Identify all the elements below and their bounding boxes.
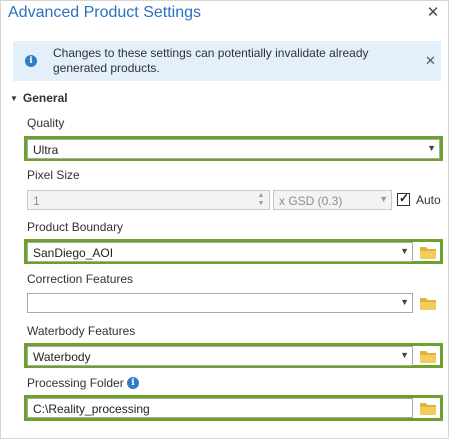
chevron-down-icon: ▼ xyxy=(400,297,409,307)
correction-features-label: Correction Features xyxy=(27,272,134,286)
product-boundary-dropdown[interactable]: SanDiego_AOI ▼ xyxy=(27,242,413,262)
processing-folder-input[interactable]: C:\Reality_processing xyxy=(27,398,413,418)
correction-features-dropdown[interactable]: ▼ xyxy=(27,293,413,313)
waterbody-features-dropdown[interactable]: Waterbody ▼ xyxy=(27,346,413,366)
section-general-label: General xyxy=(22,91,68,105)
chevron-down-icon: ▼ xyxy=(400,246,409,256)
close-icon[interactable]: ✕ xyxy=(424,4,442,22)
pixel-size-value: 1 xyxy=(33,194,40,208)
processing-folder-browse-folder-icon[interactable] xyxy=(418,398,438,418)
chevron-down-icon: ▼ xyxy=(427,143,436,153)
pixel-size-input[interactable]: 1 ▲ ▼ xyxy=(27,190,270,210)
checkmark-icon: ✓ xyxy=(399,191,410,205)
info-icon[interactable]: i xyxy=(127,377,139,389)
pixel-size-unit-dropdown[interactable]: x GSD (0.3) ▼ xyxy=(273,190,392,210)
chevron-down-icon: ▼ xyxy=(10,94,18,103)
info-notice: i Changes to these settings can potentia… xyxy=(13,41,441,81)
notice-close-icon[interactable]: ✕ xyxy=(425,53,436,69)
notice-message: Changes to these settings can potentiall… xyxy=(53,46,369,75)
product-boundary-label: Product Boundary xyxy=(27,220,124,234)
correction-features-browse-folder-icon[interactable] xyxy=(418,293,438,313)
waterbody-features-value: Waterbody xyxy=(33,350,91,364)
pane-title: Advanced Product Settings xyxy=(8,4,202,21)
section-general-toggle[interactable]: ▼ General xyxy=(10,91,68,105)
quality-label: Quality xyxy=(27,116,65,130)
spinner-icon[interactable]: ▲ ▼ xyxy=(255,192,267,208)
chevron-down-icon: ▼ xyxy=(379,194,388,204)
waterbody-features-label: Waterbody Features xyxy=(27,324,136,338)
waterbody-features-browse-folder-icon[interactable] xyxy=(418,346,438,366)
info-icon: i xyxy=(25,55,37,67)
product-boundary-browse-folder-icon[interactable] xyxy=(418,242,438,262)
product-boundary-value: SanDiego_AOI xyxy=(33,246,114,260)
pixel-size-label: Pixel Size xyxy=(27,168,80,182)
auto-label: Auto xyxy=(416,193,441,207)
auto-checkbox[interactable]: ✓ xyxy=(397,191,410,206)
chevron-down-icon: ▼ xyxy=(400,350,409,360)
processing-folder-value: C:\Reality_processing xyxy=(33,402,150,416)
pixel-size-unit: x GSD (0.3) xyxy=(279,194,343,208)
quality-value: Ultra xyxy=(33,143,59,157)
processing-folder-label: Processing Folder xyxy=(27,376,124,390)
quality-dropdown[interactable]: Ultra ▼ xyxy=(27,139,440,159)
